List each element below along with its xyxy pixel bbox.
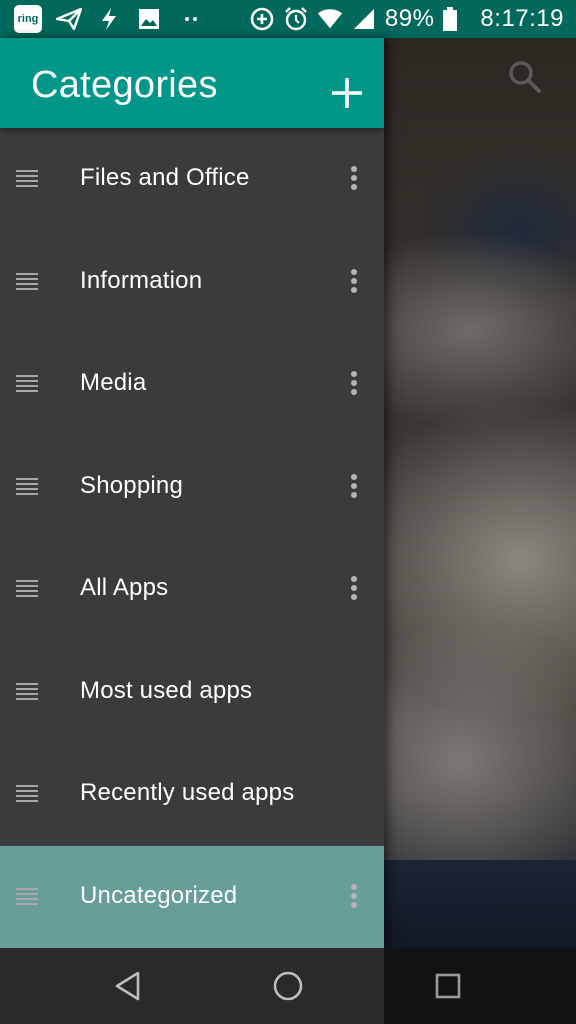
category-label: Information bbox=[80, 266, 203, 294]
category-label: Most used apps bbox=[80, 676, 253, 704]
clock: 8:17:19 bbox=[480, 5, 564, 32]
add-category-button[interactable] bbox=[326, 72, 368, 114]
drag-handle-icon[interactable] bbox=[16, 784, 40, 802]
category-label: Shopping bbox=[80, 471, 184, 499]
more-options-icon[interactable] bbox=[344, 164, 364, 194]
category-label: Recently used apps bbox=[80, 779, 295, 806]
image-icon bbox=[136, 6, 162, 32]
category-item[interactable]: Most used apps bbox=[0, 641, 384, 744]
background-dock bbox=[384, 860, 576, 948]
data-saver-icon bbox=[249, 6, 275, 32]
more-options-icon[interactable] bbox=[344, 574, 364, 604]
category-item[interactable]: Media bbox=[0, 333, 384, 436]
navigation-bar bbox=[0, 948, 576, 1024]
back-button[interactable] bbox=[108, 966, 148, 1006]
drawer-header: Categories bbox=[0, 38, 384, 128]
navigation-bar-dimmed bbox=[384, 948, 576, 1024]
more-options-icon[interactable] bbox=[344, 369, 364, 399]
search-icon[interactable] bbox=[506, 58, 546, 98]
drag-handle-icon[interactable] bbox=[16, 887, 40, 905]
home-icon bbox=[273, 971, 303, 1001]
recents-icon bbox=[435, 973, 461, 999]
recents-button[interactable] bbox=[428, 966, 468, 1006]
drag-handle-icon[interactable] bbox=[16, 579, 40, 597]
category-item[interactable]: Information bbox=[0, 231, 384, 334]
status-bar: ring 89% 8:17:19 bbox=[0, 0, 576, 38]
send-icon bbox=[56, 6, 82, 32]
category-item[interactable]: All Apps bbox=[0, 538, 384, 641]
more-options-icon[interactable] bbox=[344, 472, 364, 502]
category-list: Files and Office Information Media Shopping… bbox=[0, 128, 384, 948]
ring-app-icon: ring bbox=[14, 5, 42, 33]
drag-handle-icon[interactable] bbox=[16, 682, 40, 700]
category-label: Files and Office bbox=[80, 164, 250, 191]
ring-app-label: ring bbox=[17, 13, 39, 25]
drag-handle-icon[interactable] bbox=[16, 477, 40, 495]
drag-handle-icon[interactable] bbox=[16, 169, 40, 187]
cellular-signal-icon bbox=[351, 6, 377, 32]
battery-icon bbox=[442, 6, 458, 32]
categories-drawer: Categories Files and Office Information Me… bbox=[0, 38, 384, 948]
back-icon bbox=[115, 971, 140, 1001]
home-button[interactable] bbox=[268, 966, 308, 1006]
plus-icon bbox=[332, 78, 362, 108]
wifi-icon bbox=[317, 6, 343, 32]
category-label: All Apps bbox=[80, 574, 169, 601]
system-icons: 89% 8:17:19 bbox=[249, 4, 564, 34]
notification-icons: ring bbox=[14, 5, 206, 33]
category-label: Uncategorized bbox=[80, 881, 238, 909]
drag-handle-icon[interactable] bbox=[16, 272, 40, 290]
category-item[interactable]: Recently used apps bbox=[0, 743, 384, 846]
battery-percent: 89% bbox=[384, 5, 435, 32]
category-item[interactable]: Uncategorized bbox=[0, 845, 384, 948]
category-item[interactable]: Files and Office bbox=[0, 128, 384, 231]
category-label: Media bbox=[80, 369, 147, 396]
drawer-title: Categories bbox=[31, 64, 218, 106]
flash-icon bbox=[96, 6, 122, 32]
more-options-icon[interactable] bbox=[344, 882, 364, 912]
drag-handle-icon[interactable] bbox=[16, 374, 40, 392]
more-options-icon[interactable] bbox=[344, 267, 364, 297]
dots-icon bbox=[176, 6, 206, 32]
category-item[interactable]: Shopping bbox=[0, 436, 384, 539]
alarm-icon bbox=[283, 6, 309, 32]
